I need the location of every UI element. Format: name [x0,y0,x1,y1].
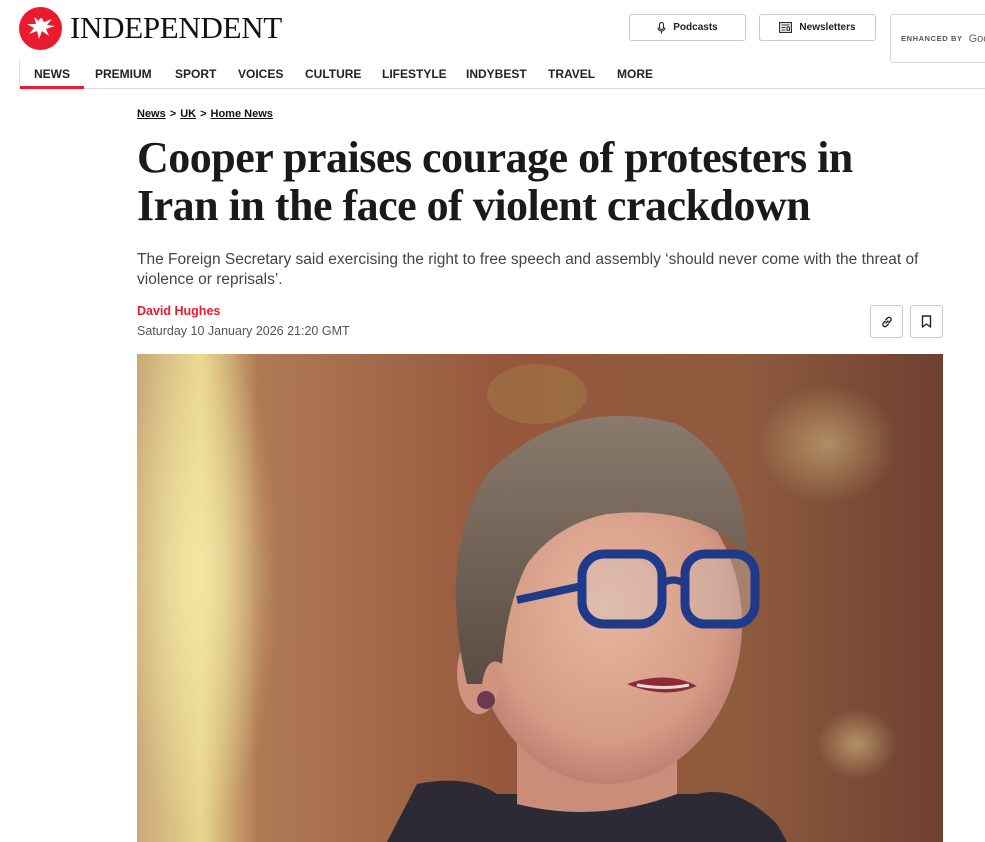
nav-item-label: VOICES [238,66,284,81]
breadcrumb-news[interactable]: News [137,108,166,120]
site-name: INDEPENDENT [70,10,282,45]
article-headline: Cooper praises courage of protesters in … [137,133,853,230]
nav-item-culture[interactable]: CULTURE [305,59,361,88]
nav-item-label: SPORT [175,66,217,81]
podcasts-button[interactable]: Podcasts [629,14,746,41]
nav-item-label: NEWS [34,66,70,81]
search-enhanced-by: ENHANCED BY [901,34,963,43]
bookmark-button[interactable] [910,305,943,338]
eagle-logo-icon [19,6,62,50]
nav-item-news[interactable]: NEWS [20,59,84,89]
nav-item-voices[interactable]: VOICES [238,59,283,88]
search-brand-text: Goo [968,32,985,45]
podcasts-label: Podcasts [673,22,718,33]
nav-item-label: TRAVEL [548,66,596,81]
site-logo[interactable]: INDEPENDENT [19,6,282,50]
nav-item-sport[interactable]: SPORT [175,59,216,88]
nav-item-label: CULTURE [305,66,362,81]
microphone-icon [657,21,666,33]
breadcrumb-separator: > [200,108,207,120]
newsletter-icon [779,22,793,33]
newsletters-button[interactable]: Newsletters [759,14,876,41]
main-nav: NEWS PREMIUM SPORT VOICES CULTURE LIFEST… [19,59,985,89]
nav-item-label: INDYBEST [466,66,527,81]
nav-item-premium[interactable]: PREMIUM [95,59,152,88]
nav-item-label: MORE [617,66,653,81]
copy-link-button[interactable] [870,305,903,338]
breadcrumb-separator: > [169,108,177,120]
bookmark-icon [921,315,932,328]
nav-item-label: LIFESTYLE [382,66,447,81]
nav-item-indybest[interactable]: INDYBEST [466,59,527,88]
breadcrumb-home-news[interactable]: Home News [211,108,273,120]
nav-item-more[interactable]: MORE [617,59,653,88]
newsletters-label: Newsletters [799,22,856,33]
breadcrumb: News > UK > Home News [137,108,273,120]
breadcrumb-uk[interactable]: UK [180,108,196,120]
portrait-photo [137,354,943,842]
nav-item-lifestyle[interactable]: LIFESTYLE [382,59,447,88]
author-link[interactable]: David Hughes [137,304,220,318]
link-icon [881,316,892,327]
article-hero-image [137,354,943,842]
search-input[interactable]: ENHANCED BY Goo [890,14,985,63]
nav-item-travel[interactable]: TRAVEL [548,59,595,88]
article-standfirst: The Foreign Secretary said exercising th… [137,251,919,288]
publish-date: Saturday 10 January 2026 21:20 GMT [137,324,350,338]
nav-item-label: PREMIUM [95,66,152,81]
